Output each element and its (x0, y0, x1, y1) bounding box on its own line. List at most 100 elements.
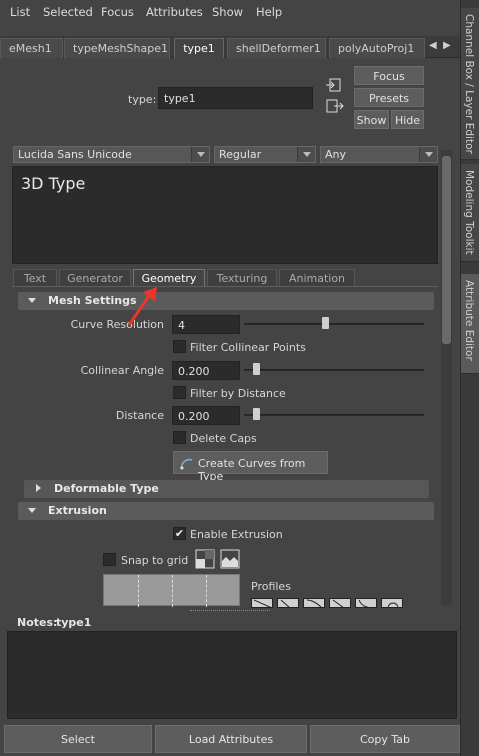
node-tab-type1[interactable]: type1 (174, 38, 224, 58)
deformable-type-header[interactable]: Deformable Type (24, 480, 429, 498)
scrollbar-thumb[interactable] (442, 156, 451, 344)
tab-animation[interactable]: Animation (279, 269, 355, 287)
copy-tab-button[interactable]: Copy Tab (310, 725, 460, 753)
node-tab-typemeshshape1[interactable]: typeMeshShape1 (64, 38, 170, 58)
deformable-type-title: Deformable Type (54, 482, 159, 495)
distance-slider-handle[interactable] (252, 408, 260, 420)
presets-button[interactable]: Presets (354, 88, 424, 107)
enable-extrusion-label: Enable Extrusion (190, 528, 283, 541)
tab-channel-box[interactable]: Channel Box / Layer Editor (461, 8, 479, 160)
profile-preset-icon[interactable] (303, 598, 325, 608)
font-family-value: Lucida Sans Unicode (18, 148, 132, 161)
profile-preset-icon[interactable] (381, 598, 403, 608)
curve-resolution-slider-handle[interactable] (321, 317, 329, 329)
tab-attribute-editor-label: Attribute Editor (463, 280, 475, 361)
tab-attribute-editor[interactable]: Attribute Editor (461, 274, 479, 374)
snap-to-grid-checkbox[interactable] (103, 553, 116, 566)
type-name-field[interactable]: type1 (158, 87, 313, 109)
tabs-scroll-right-icon[interactable]: ▶ (443, 40, 451, 51)
menu-selected[interactable]: Selected (43, 5, 93, 19)
node-tab-polyautoproj1[interactable]: polyAutoProj1 (329, 38, 425, 58)
notes-text-area[interactable] (7, 631, 457, 719)
node-tab-label: shellDeformer1 (236, 42, 321, 55)
snap-wave-icon[interactable] (220, 549, 240, 569)
collinear-angle-slider-handle[interactable] (252, 363, 260, 375)
type-text-input[interactable]: 3D Type (12, 166, 438, 264)
expand-arrow-icon (36, 484, 41, 492)
menu-show[interactable]: Show (212, 5, 243, 19)
subtab-divider (12, 286, 438, 287)
node-tab-shelldeformer1[interactable]: shellDeformer1 (227, 38, 326, 58)
collapse-arrow-icon (28, 298, 36, 303)
filter-distance-checkbox[interactable] (173, 386, 186, 399)
writing-system-dropdown[interactable]: Any (320, 146, 438, 163)
collinear-angle-field[interactable]: 0.200 (172, 361, 240, 380)
tabs-scroll-left-icon[interactable]: ◀ (429, 40, 437, 51)
curve-resolution-field[interactable]: 4 (172, 315, 240, 334)
hide-button[interactable]: Hide (391, 110, 424, 129)
node-tab-label: polyAutoProj1 (338, 42, 415, 55)
filter-collinear-label: Filter Collinear Points (190, 341, 306, 354)
delete-caps-label: Delete Caps (190, 432, 257, 445)
distance-field[interactable]: 0.200 (172, 406, 240, 425)
notes-node-name: type1 (56, 616, 92, 629)
notes-label: Notes: (17, 616, 58, 629)
focus-output-icon[interactable] (326, 99, 344, 113)
mesh-settings-title: Mesh Settings (48, 294, 137, 307)
tab-channel-box-label: Channel Box / Layer Editor (463, 14, 475, 154)
collapse-arrow-icon (28, 508, 36, 513)
font-style-dropdown[interactable]: Regular (214, 146, 316, 163)
font-style-value: Regular (219, 148, 262, 161)
tab-geometry[interactable]: Geometry (133, 269, 205, 287)
curve-icon (180, 458, 193, 470)
chevron-down-icon (191, 147, 209, 162)
enable-extrusion-checkbox[interactable]: ✔ (173, 527, 186, 540)
extrusion-header[interactable]: Extrusion (18, 502, 434, 520)
profile-preset-icon[interactable] (329, 598, 351, 608)
create-curves-button[interactable]: Create Curves from Type (173, 451, 328, 483)
menu-help[interactable]: Help (256, 5, 282, 19)
profile-preset-icon[interactable] (277, 598, 299, 608)
annotation-arrow-icon (127, 287, 157, 326)
chevron-down-icon (419, 147, 437, 162)
node-tab-label: typeMeshShape1 (73, 42, 168, 55)
tab-text[interactable]: Text (13, 269, 57, 287)
menu-bar: List Selected Focus Attributes Show Help (0, 0, 460, 26)
snap-corner-icon[interactable] (195, 549, 215, 569)
snap-to-grid-label: Snap to grid (121, 554, 189, 567)
profile-preset-icon[interactable] (251, 598, 273, 608)
menu-attributes[interactable]: Attributes (146, 5, 203, 19)
distance-label: Distance (115, 409, 164, 422)
notes-bar: Notes: type1 (0, 613, 460, 629)
profile-preset-icon[interactable] (355, 598, 377, 608)
node-tab-label: eMesh1 (9, 42, 52, 55)
node-tab-emesh1[interactable]: eMesh1 (0, 38, 63, 58)
delete-caps-checkbox[interactable] (173, 431, 186, 444)
curve-resolution-slider[interactable] (244, 323, 424, 325)
focus-input-icon[interactable] (326, 78, 342, 92)
collinear-angle-slider[interactable] (244, 369, 424, 371)
focus-button[interactable]: Focus (354, 66, 424, 85)
profile-grid-canvas[interactable] (103, 574, 240, 607)
profiles-label: Profiles (251, 580, 291, 593)
tab-generator[interactable]: Generator (59, 269, 131, 287)
type-label: type: (128, 93, 157, 106)
select-button[interactable]: Select (4, 725, 152, 753)
show-button[interactable]: Show (354, 110, 389, 129)
tab-texturing[interactable]: Texturing (207, 269, 277, 287)
font-family-dropdown[interactable]: Lucida Sans Unicode (13, 146, 210, 163)
collinear-angle-label: Collinear Angle (80, 364, 164, 377)
writing-system-value: Any (325, 148, 347, 161)
mesh-settings-header[interactable]: Mesh Settings (18, 292, 434, 310)
extrusion-title: Extrusion (48, 504, 107, 517)
menu-focus[interactable]: Focus (101, 5, 134, 19)
node-tab-label: type1 (183, 42, 215, 55)
tab-modeling-toolkit[interactable]: Modeling Toolkit (461, 164, 479, 262)
filter-distance-label: Filter by Distance (190, 387, 286, 400)
tab-modeling-toolkit-label: Modeling Toolkit (463, 170, 475, 255)
distance-slider[interactable] (244, 414, 424, 416)
filter-collinear-checkbox[interactable] (173, 340, 186, 353)
chevron-down-icon (297, 147, 315, 162)
menu-list[interactable]: List (10, 5, 30, 19)
load-attributes-button[interactable]: Load Attributes (155, 725, 307, 753)
